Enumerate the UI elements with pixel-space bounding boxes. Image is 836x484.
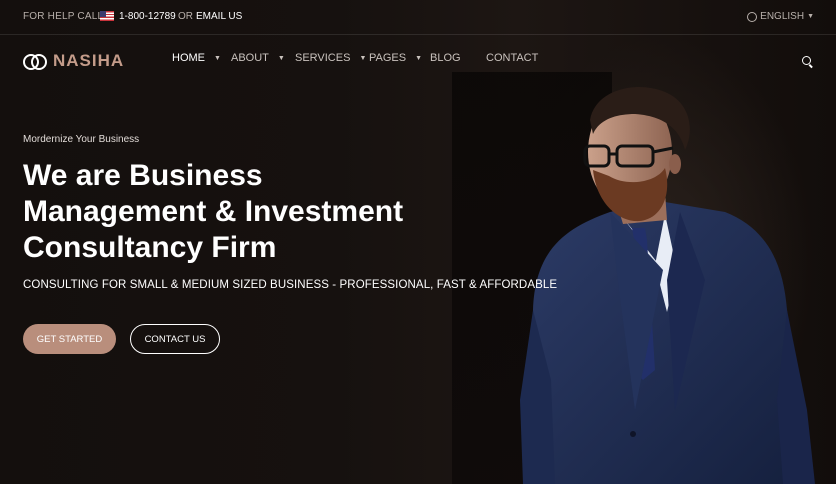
us-flag-icon xyxy=(100,11,114,21)
hero-eyebrow: Mordernize Your Business xyxy=(23,134,140,145)
brand-logo[interactable]: NASIHA xyxy=(23,51,124,71)
chevron-down-icon: ▼ xyxy=(807,13,814,20)
nav-item-contact[interactable]: CONTACT xyxy=(486,52,538,64)
nav-item-label: HOME xyxy=(172,52,205,64)
language-selector[interactable]: ENGLISH ▼ xyxy=(747,11,814,22)
globe-icon xyxy=(747,11,758,22)
headline-line: Management & Investment xyxy=(23,195,404,228)
top-bar: FOR HELP CALL 1-800-12789 OR EMAIL US EN… xyxy=(0,0,836,35)
search-icon[interactable] xyxy=(802,56,811,65)
headline-line: Consultancy Firm xyxy=(23,231,277,264)
nav-item-label: ABOUT xyxy=(231,52,269,64)
chevron-down-icon: ▼ xyxy=(359,54,367,62)
headline-line: We are Business xyxy=(23,159,263,192)
nav-item-label: BLOG xyxy=(430,52,461,64)
logo-rings-icon xyxy=(23,53,47,70)
hero-subline: CONSULTING FOR SMALL & MEDIUM SIZED BUSI… xyxy=(23,279,558,291)
contact-us-button[interactable]: CONTACT US xyxy=(130,324,220,354)
nav-item-services[interactable]: SERVICES ▼ xyxy=(295,52,366,64)
main-navigation: NASIHA HOME ▼ ABOUT ▼ SERVICES ▼ PAGES ▼… xyxy=(0,35,836,83)
chevron-down-icon: ▼ xyxy=(214,54,221,62)
chevron-down-icon: ▼ xyxy=(277,54,285,62)
nav-item-label: PAGES xyxy=(369,52,407,64)
hero-headline: We are Business Management & Investment … xyxy=(23,158,493,266)
help-label: FOR HELP CALL xyxy=(23,11,104,22)
nav-item-about[interactable]: ABOUT ▼ xyxy=(231,52,285,64)
phone-link[interactable]: 1-800-12789 xyxy=(119,11,176,22)
nav-item-home[interactable]: HOME ▼ xyxy=(172,52,221,64)
nav-item-pages[interactable]: PAGES ▼ xyxy=(369,52,422,64)
businessman-photo xyxy=(520,87,815,484)
nav-item-label: SERVICES xyxy=(295,52,351,64)
nav-item-blog[interactable]: BLOG xyxy=(430,52,461,64)
chevron-down-icon: ▼ xyxy=(415,54,423,62)
brand-name: NASIHA xyxy=(53,51,125,70)
email-link[interactable]: EMAIL US xyxy=(196,11,242,22)
language-label: ENGLISH xyxy=(760,11,805,22)
get-started-button[interactable]: GET STARTED xyxy=(23,324,116,354)
or-label: OR xyxy=(178,11,193,22)
nav-item-label: CONTACT xyxy=(486,52,539,64)
